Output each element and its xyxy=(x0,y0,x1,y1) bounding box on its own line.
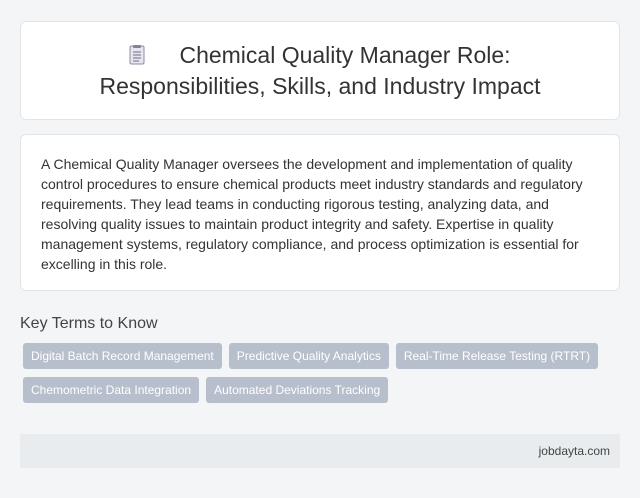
tag-chemometric-data-integration[interactable]: Chemometric Data Integration xyxy=(23,377,200,403)
tag-automated-deviations-tracking[interactable]: Automated Deviations Tracking xyxy=(206,377,389,403)
key-terms-tags: Digital Batch Record Management Predicti… xyxy=(20,343,620,411)
title-card: Chemical Quality Manager Role: Responsib… xyxy=(20,21,620,120)
description-card: A Chemical Quality Manager oversees the … xyxy=(20,134,620,291)
tag-digital-batch-record-management[interactable]: Digital Batch Record Management xyxy=(23,343,222,369)
page-title: Chemical Quality Manager Role: Responsib… xyxy=(51,40,589,102)
tag-real-time-release-testing[interactable]: Real-Time Release Testing (RTRT) xyxy=(395,343,599,369)
tag-predictive-quality-analytics[interactable]: Predictive Quality Analytics xyxy=(228,343,389,369)
page-title-text: Chemical Quality Manager Role: Responsib… xyxy=(99,41,541,99)
key-terms-heading: Key Terms to Know xyxy=(20,315,158,332)
page: Chemical Quality Manager Role: Responsib… xyxy=(0,0,640,498)
footer: jobdayta.com xyxy=(20,434,620,468)
footer-site-link[interactable]: jobdayta.com xyxy=(539,444,610,458)
document-icon xyxy=(129,42,145,64)
description-text: A Chemical Quality Manager oversees the … xyxy=(41,156,583,272)
